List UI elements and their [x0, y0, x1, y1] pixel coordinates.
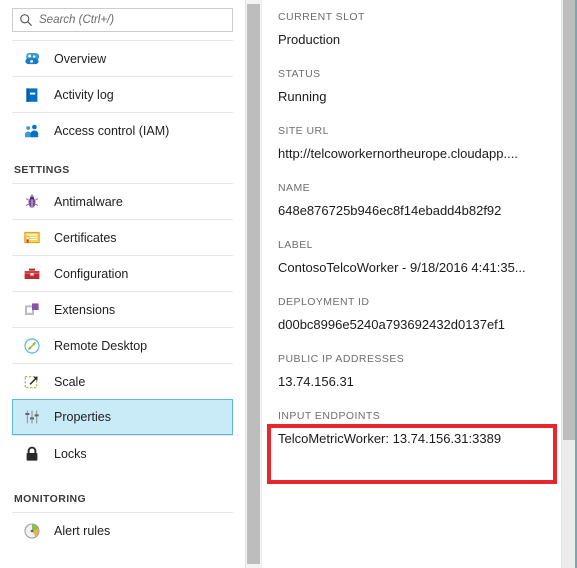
sidebar-item-label: Remote Desktop [54, 338, 148, 353]
search-box[interactable] [12, 8, 233, 32]
search-container [0, 0, 245, 32]
property-value: 13.74.156.31 [278, 374, 354, 389]
property-public-ip-addresses: PUBLIC IP ADDRESSES 13.74.156.31 [278, 352, 577, 390]
property-label: INPUT ENDPOINTS [278, 410, 381, 422]
sidebar-item-remote-desktop[interactable]: Remote Desktop [12, 327, 233, 363]
sidebar-item-label: Antimalware [54, 194, 123, 209]
extensions-icon [25, 302, 39, 315]
sidebar-item-label: Overview [54, 51, 107, 66]
property-value: 648e876725b946ec8f14ebadd4b82f92 [278, 203, 502, 218]
sidebar-item-extensions[interactable]: Extensions [12, 291, 233, 327]
sidebar-item-label: Access control (IAM) [54, 123, 170, 138]
section-header-settings: SETTINGS [14, 164, 70, 176]
property-deployment-id: DEPLOYMENT ID d00bc8996e5240a793692432d0… [278, 295, 577, 333]
search-input[interactable] [39, 11, 226, 29]
sidebar-item-antimalware[interactable]: Antimalware [12, 183, 233, 219]
menu-list: Overview Activity log Access control (IA… [0, 40, 245, 548]
bug-icon [25, 193, 39, 208]
sidebar-item-properties[interactable]: Properties [12, 399, 233, 435]
sidebar-item-label: Properties [54, 410, 111, 424]
sidebar-item-certificates[interactable]: Certificates [12, 219, 233, 255]
property-input-endpoints: INPUT ENDPOINTS TelcoMetricWorker: 13.74… [278, 409, 577, 447]
properties-panel: CURRENT SLOT Production STATUS Running S… [261, 0, 577, 568]
sidebar-item-label: Extensions [54, 302, 116, 317]
access-control-icon [25, 124, 39, 137]
sidebar-item-alert-rules[interactable]: Alert rules [12, 512, 233, 548]
property-label: PUBLIC IP ADDRESSES [278, 353, 405, 365]
property-value: Production [278, 32, 341, 47]
sidebar-item-label: Configuration [54, 266, 129, 281]
toolbox-icon [24, 268, 40, 279]
sidebar-item-label: Alert rules [54, 523, 111, 538]
activity-log-icon [26, 87, 38, 102]
property-label: NAME [278, 182, 311, 194]
sidebar-item-scale[interactable]: Scale [12, 363, 233, 399]
property-label: CURRENT SLOT [278, 11, 365, 23]
certificate-icon [24, 231, 40, 243]
property-value: TelcoMetricWorker: 13.74.156.31:3389 [278, 431, 502, 446]
property-current-slot: CURRENT SLOT Production [278, 10, 577, 48]
remote-desktop-icon [24, 337, 40, 354]
sidebar-item-label: Locks [54, 446, 87, 461]
property-value[interactable]: http://telcoworkernortheurope.cloudapp..… [278, 145, 577, 162]
overview-icon [25, 52, 40, 64]
section-header-monitoring: MONITORING [14, 493, 87, 505]
search-icon [20, 14, 32, 26]
scale-icon [24, 375, 38, 388]
property-status: STATUS Running [278, 67, 577, 105]
property-value: ContosoTelcoWorker - 9/18/2016 4:41:35..… [278, 260, 526, 275]
resource-menu-panel: Overview Activity log Acces [0, 0, 245, 568]
property-label-field: LABEL ContosoTelcoWorker - 9/18/2016 4:4… [278, 238, 577, 276]
sidebar-item-access-control[interactable]: Access control (IAM) [12, 112, 233, 148]
azure-portal-properties-screen: Overview Activity log Acces [0, 0, 577, 568]
alert-rules-icon [24, 522, 40, 539]
properties-list: CURRENT SLOT Production STATUS Running S… [262, 0, 577, 447]
sidebar-item-activity-log[interactable]: Activity log [12, 76, 233, 112]
property-label: DEPLOYMENT ID [278, 296, 370, 308]
property-site-url: SITE URL http://telcoworkernortheurope.c… [278, 124, 577, 162]
sidebar-item-label: Scale [54, 374, 86, 389]
property-label: STATUS [278, 68, 321, 80]
property-value: d00bc8996e5240a793692432d0137ef1 [278, 317, 506, 332]
menu-blade-scrollbar[interactable] [245, 0, 261, 568]
sidebar-item-label: Activity log [54, 87, 114, 102]
sidebar-item-label: Certificates [54, 230, 117, 245]
property-name: NAME 648e876725b946ec8f14ebadd4b82f92 [278, 181, 577, 219]
menu-blade-scrollbar-thumb[interactable] [247, 4, 260, 564]
property-value: Running [278, 89, 327, 104]
lock-icon [26, 446, 38, 461]
sidebar-item-locks[interactable]: Locks [12, 435, 233, 471]
sliders-icon [25, 410, 39, 424]
sidebar-item-overview[interactable]: Overview [12, 40, 233, 76]
sidebar-item-configuration[interactable]: Configuration [12, 255, 233, 291]
property-label: SITE URL [278, 125, 329, 137]
property-label: LABEL [278, 239, 313, 251]
